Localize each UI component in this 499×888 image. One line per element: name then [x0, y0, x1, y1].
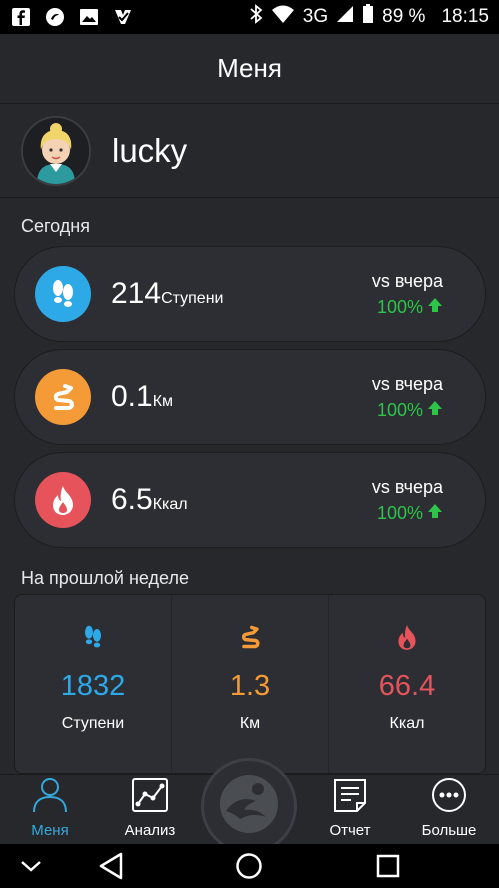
gallery-icon [78, 6, 100, 28]
app-header: Меня [0, 34, 499, 104]
recents-icon[interactable] [371, 850, 405, 882]
facebook-icon [10, 6, 32, 28]
calories-unit: Ккал [152, 496, 188, 513]
nav-me[interactable]: Меня [0, 775, 100, 845]
compare-label: vs вчера [371, 270, 443, 291]
status-bar: 3G 89 % 18:15 [0, 0, 499, 34]
more-icon [431, 777, 467, 818]
flame-icon [395, 623, 419, 656]
today-section-title: Сегодня [21, 216, 90, 236]
home-icon[interactable] [232, 850, 266, 882]
nav-analysis-label: Анализ [124, 822, 176, 839]
week-steps-unit: Ступени [61, 715, 125, 732]
page-title: Меня [217, 53, 282, 83]
week-calories-unit: Ккал [389, 715, 425, 732]
report-icon [332, 777, 368, 818]
arrow-up-icon [427, 503, 443, 524]
compare-value: 100% [376, 399, 423, 420]
avatar[interactable] [21, 115, 91, 186]
compare-label: vs вчера [371, 373, 443, 394]
calories-value: 6.5 [111, 483, 153, 516]
week-steps[interactable]: 1832 Ступени [15, 595, 172, 773]
wifi-icon [271, 4, 295, 30]
route-icon [237, 623, 263, 656]
distance-unit: Км [152, 393, 174, 410]
person-icon [31, 775, 69, 818]
last-week-section-title: На прошлой неделе [21, 568, 189, 588]
flame-icon [35, 472, 91, 528]
arrow-up-icon [427, 297, 443, 318]
nav-report[interactable]: Отчет [300, 775, 400, 845]
compare-label: vs вчера [371, 476, 443, 497]
compare-value: 100% [376, 502, 423, 523]
today-steps-card[interactable]: 214 Ступени vs вчера 100% [14, 246, 486, 342]
arrow-up-icon [427, 400, 443, 421]
chart-icon [131, 777, 169, 818]
week-distance[interactable]: 1.3 Км [172, 595, 329, 773]
nav-me-label: Меня [31, 822, 69, 839]
last-week-summary[interactable]: 1832 Ступени 1.3 Км 66.4 Ккал [14, 594, 486, 774]
signal-icon [336, 5, 354, 29]
footsteps-icon [81, 623, 105, 656]
steps-value: 214 [111, 277, 162, 310]
system-navigation-bar [0, 844, 499, 888]
footsteps-icon [35, 266, 91, 322]
username: lucky [112, 131, 188, 169]
route-icon [35, 369, 91, 425]
nav-more-label: Больше [421, 822, 477, 839]
network-label: 3G [302, 6, 329, 27]
compare-value: 100% [376, 296, 423, 317]
today-distance-card[interactable]: 0.1 Км vs вчера 100% [14, 349, 486, 445]
week-calories-value: 66.4 [378, 670, 436, 702]
bluetooth-icon [249, 4, 263, 30]
nav-analysis[interactable]: Анализ [100, 775, 200, 845]
battery-icon [362, 4, 374, 30]
week-distance-unit: Км [239, 715, 261, 732]
clock: 18:15 [441, 6, 489, 27]
hide-keyboard-icon[interactable] [14, 850, 48, 882]
check-app-icon [112, 6, 134, 28]
distance-value: 0.1 [111, 380, 153, 413]
week-calories[interactable]: 66.4 Ккал [329, 595, 485, 773]
profile-row[interactable]: lucky [0, 104, 499, 198]
today-calories-card[interactable]: 6.5 Ккал vs вчера 100% [14, 452, 486, 548]
run-icon [218, 773, 280, 840]
steps-unit: Ступени [161, 290, 224, 307]
battery-percent: 89 % [382, 6, 426, 27]
back-icon[interactable] [94, 850, 128, 882]
week-steps-value: 1832 [60, 670, 126, 702]
nav-report-label: Отчет [329, 822, 371, 839]
app-icon [44, 6, 66, 28]
week-distance-value: 1.3 [229, 670, 271, 702]
nav-more[interactable]: Больше [399, 775, 499, 845]
start-workout-button[interactable] [201, 758, 297, 854]
